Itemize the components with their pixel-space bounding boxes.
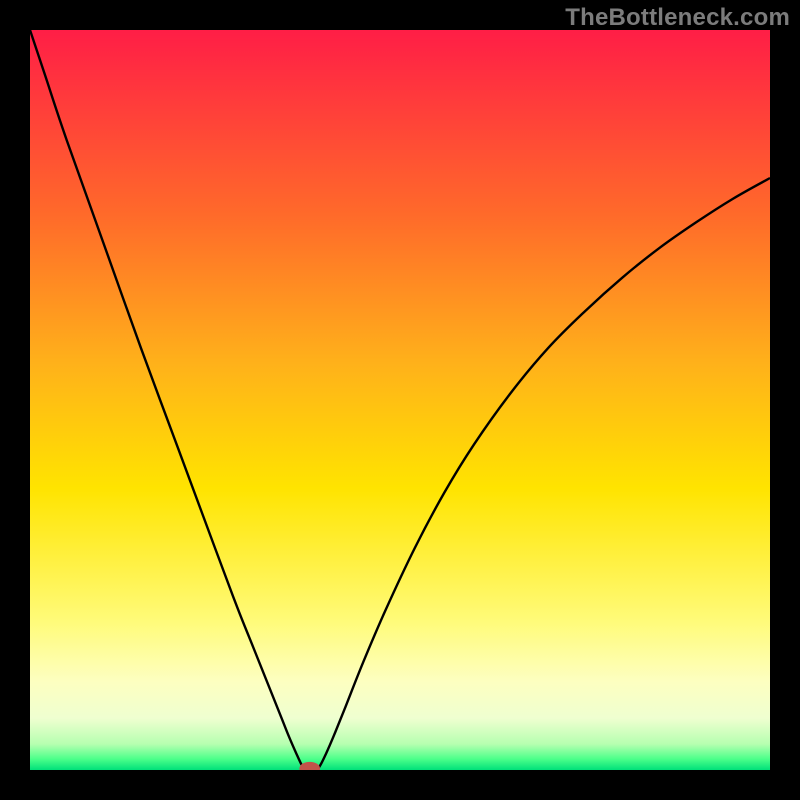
chart-frame: TheBottleneck.com [0,0,800,800]
watermark-text: TheBottleneck.com [565,4,790,32]
chart-plot-area [30,30,770,770]
chart-background [30,30,770,770]
chart-svg [30,30,770,770]
